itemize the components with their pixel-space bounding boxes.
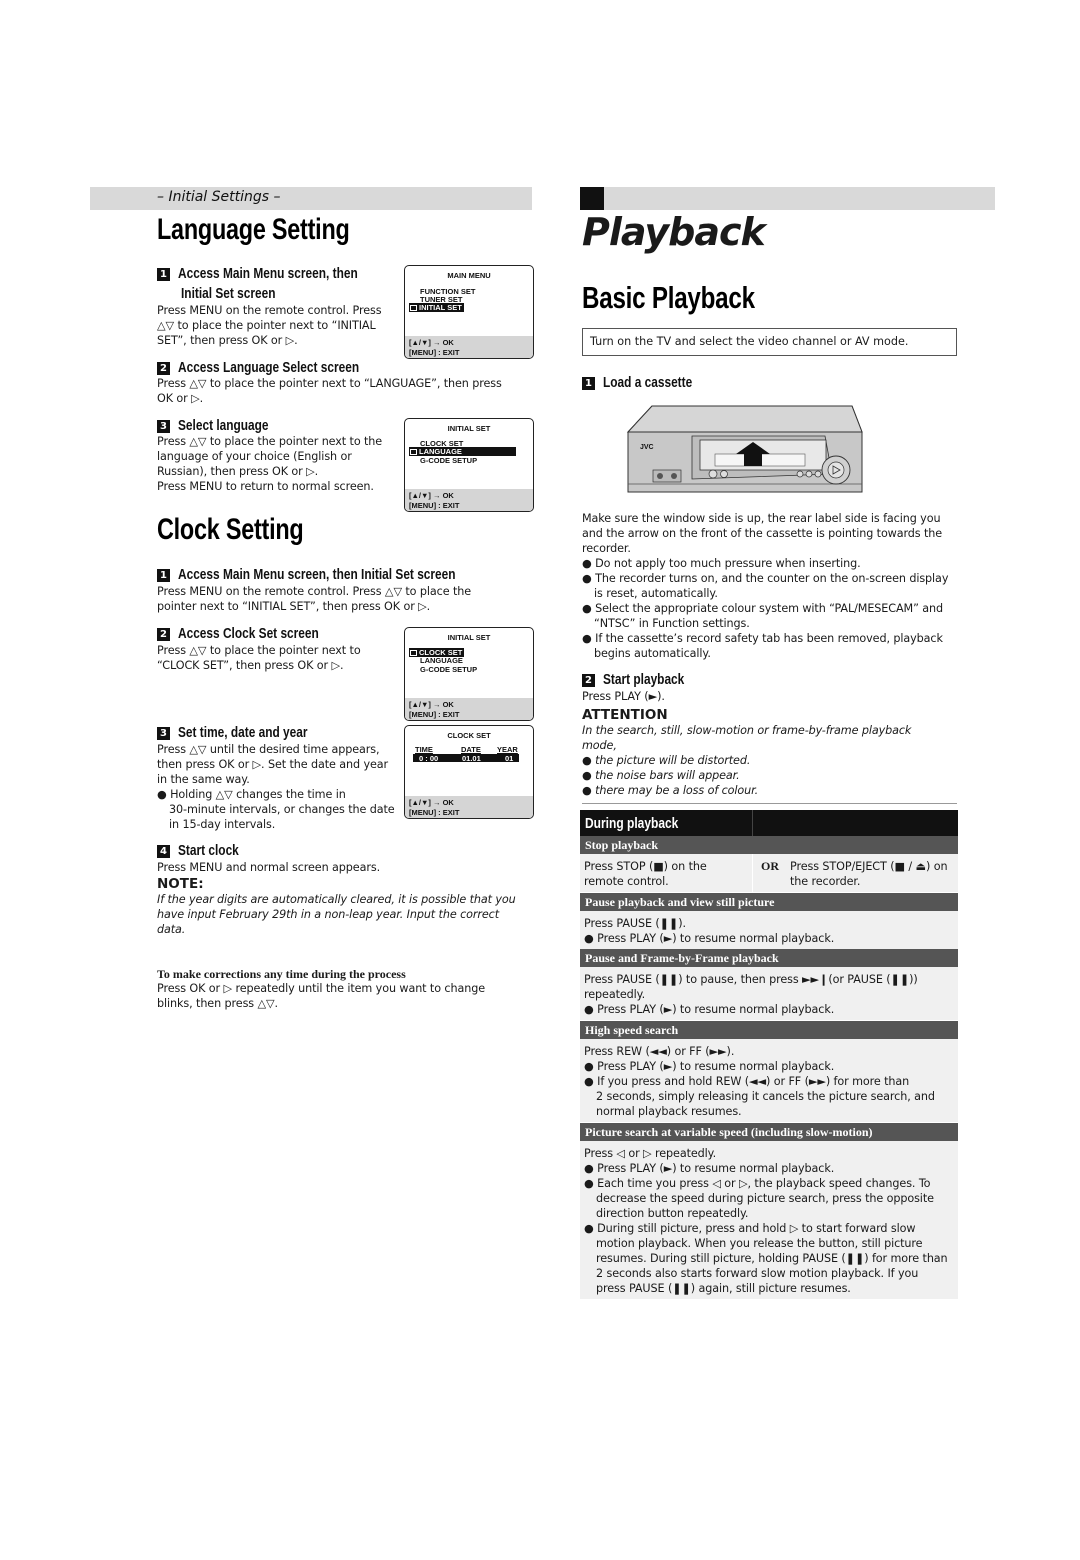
pointer-icon xyxy=(410,449,417,455)
osd-footer: [▲/▼] → OK [MENU] : EXIT xyxy=(405,698,533,720)
osd-main-menu: MAIN MENU FUNCTION SET TUNER SET INITIAL… xyxy=(404,265,534,359)
attention-bullet: ● the noise bars will appear. xyxy=(582,769,740,782)
step-number-badge: 1 xyxy=(157,569,170,582)
osd-footer: [▲/▼] → OK [MENU] : EXIT xyxy=(405,796,533,818)
note-label: NOTE: xyxy=(157,876,204,892)
high-speed-search-header: High speed search xyxy=(580,1021,958,1039)
stop-playback-header: Stop playback xyxy=(580,836,958,854)
clock-step-1-heading: 1 Access Main Menu screen, then Initial S… xyxy=(157,564,516,583)
lang-step-2-heading: 2 Access Language Select screen xyxy=(157,357,399,376)
play-step-1-heading: 1 Load a cassette xyxy=(582,372,712,391)
attention-text: In the search, still, slow-motion or fra… xyxy=(582,723,962,798)
clock-step-2-heading: 2 Access Clock Set screen xyxy=(157,623,350,642)
osd-selected-item: INITIAL SET xyxy=(409,303,464,312)
language-setting-title: Language Setting xyxy=(157,213,350,246)
high-speed-search-text: Press REW (◄◄) or FF (►►). ● Press PLAY … xyxy=(584,1045,935,1118)
osd-footer: [▲/▼] → OK [MENU] : EXIT xyxy=(405,489,533,511)
step-number-badge: 2 xyxy=(582,674,595,687)
lang-step-1-text: Press MENU on the remote control. Press … xyxy=(157,304,382,347)
attention-label: ATTENTION xyxy=(582,707,668,723)
cassette-bullet: ● Select the appropriate colour system w… xyxy=(582,602,943,615)
vcr-top xyxy=(626,405,863,433)
lang-step-1-heading-2: Initial Set screen xyxy=(181,286,276,302)
play-step-2-heading: 2 Start playback xyxy=(582,669,702,688)
step-number-badge: 1 xyxy=(582,377,595,390)
step-number-badge: 1 xyxy=(157,268,170,281)
clock-step-3-bullet: ● Holding △▽ changes the time in xyxy=(157,788,346,801)
tv-instruction-text: Turn on the TV and select the video chan… xyxy=(590,335,909,348)
play-step-2-text: Press PLAY (►). xyxy=(582,690,665,703)
clock-step-4-text: Press MENU and normal screen appears. xyxy=(157,861,381,874)
variable-speed-header: Picture search at variable speed (includ… xyxy=(580,1123,958,1141)
step-number-badge: 3 xyxy=(157,727,170,740)
or-label: OR xyxy=(761,859,779,873)
playback-band xyxy=(580,187,995,210)
lang-step-3-heading: 3 Select language xyxy=(157,415,288,434)
playback-title: Playback xyxy=(582,210,766,254)
osd-selected-item: LANGUAGE xyxy=(409,447,516,456)
clock-step-3-text: Press △▽ until the desired time appears,… xyxy=(157,742,402,832)
pointer-icon xyxy=(410,305,417,311)
frame-by-frame-header: Pause and Frame-by-Frame playback xyxy=(580,949,958,967)
step-number-badge: 4 xyxy=(157,845,170,858)
frame-by-frame-text: Press PAUSE (❚❚) to pause, then press ►►… xyxy=(584,973,918,1016)
vcr-brand-logo: JVC xyxy=(640,444,654,451)
clock-step-1-text: Press MENU on the remote control. Press … xyxy=(157,585,472,613)
attention-bullet: ● the picture will be distorted. xyxy=(582,754,751,767)
osd-initial-set-clock: INITIAL SET CLOCK SET LANGUAGE G-CODE SE… xyxy=(404,627,534,721)
clock-step-2-text: Press △▽ to place the pointer next to “C… xyxy=(157,644,361,672)
step-number-badge: 3 xyxy=(157,420,170,433)
divider xyxy=(582,803,957,804)
cassette-instructions: Make sure the window side is up, the rea… xyxy=(582,511,962,661)
pointer-icon xyxy=(410,650,417,656)
lang-step-3-text: Press △▽ to place the pointer next to th… xyxy=(157,435,383,493)
lang-step-2-text: Press △▽ to place the pointer next to “L… xyxy=(157,377,502,405)
lang-step-1-heading: 1 Access Main Menu screen, then xyxy=(157,263,397,282)
clock-setting-title: Clock Setting xyxy=(157,513,304,546)
section-marker xyxy=(580,187,604,210)
initial-settings-label: – Initial Settings – xyxy=(157,189,281,205)
cassette-bullet: ● If the cassette’s record safety tab ha… xyxy=(582,632,943,645)
cassette-bullet: ● The recorder turns on, and the counter… xyxy=(582,572,949,585)
osd-footer: [▲/▼] → OK [MENU] : EXIT xyxy=(405,336,533,358)
step-number-badge: 2 xyxy=(157,362,170,375)
vcr-illustration: JVC xyxy=(626,405,863,493)
basic-playback-title: Basic Playback xyxy=(582,280,755,315)
cassette-bullet: ● Do not apply too much pressure when in… xyxy=(582,557,861,570)
osd-clock-set: CLOCK SET TIME DATE YEAR 0 : 00 01.01 01… xyxy=(404,725,534,819)
corrections-text: Press OK or ▷ repeatedly until the item … xyxy=(157,982,485,1010)
pause-header: Pause playback and view still picture xyxy=(580,893,958,911)
variable-speed-text: Press ◁ or ▷ repeatedly. ● Press PLAY (►… xyxy=(584,1147,948,1295)
attention-bullet: ● there may be a loss of colour. xyxy=(582,784,759,797)
clock-step-4-heading: 4 Start clock xyxy=(157,840,252,859)
clock-step-3-heading: 3 Set time, date and year xyxy=(157,722,336,741)
corrections-heading: To make corrections any time during the … xyxy=(157,967,406,981)
stop-recorder-text: Press STOP/EJECT (■ / ⏏) on the recorder… xyxy=(790,860,948,888)
note-text: If the year digits are automatically cle… xyxy=(157,893,516,936)
during-playback-title: During playback xyxy=(585,815,679,832)
pause-text: Press PAUSE (❚❚). ● Press PLAY (►) to re… xyxy=(584,917,835,945)
step-number-badge: 2 xyxy=(157,628,170,641)
stop-remote-text: Press STOP (■) on the remote control. xyxy=(584,860,707,888)
osd-initial-set-language: INITIAL SET CLOCK SET LANGUAGE G-CODE SE… xyxy=(404,418,534,512)
